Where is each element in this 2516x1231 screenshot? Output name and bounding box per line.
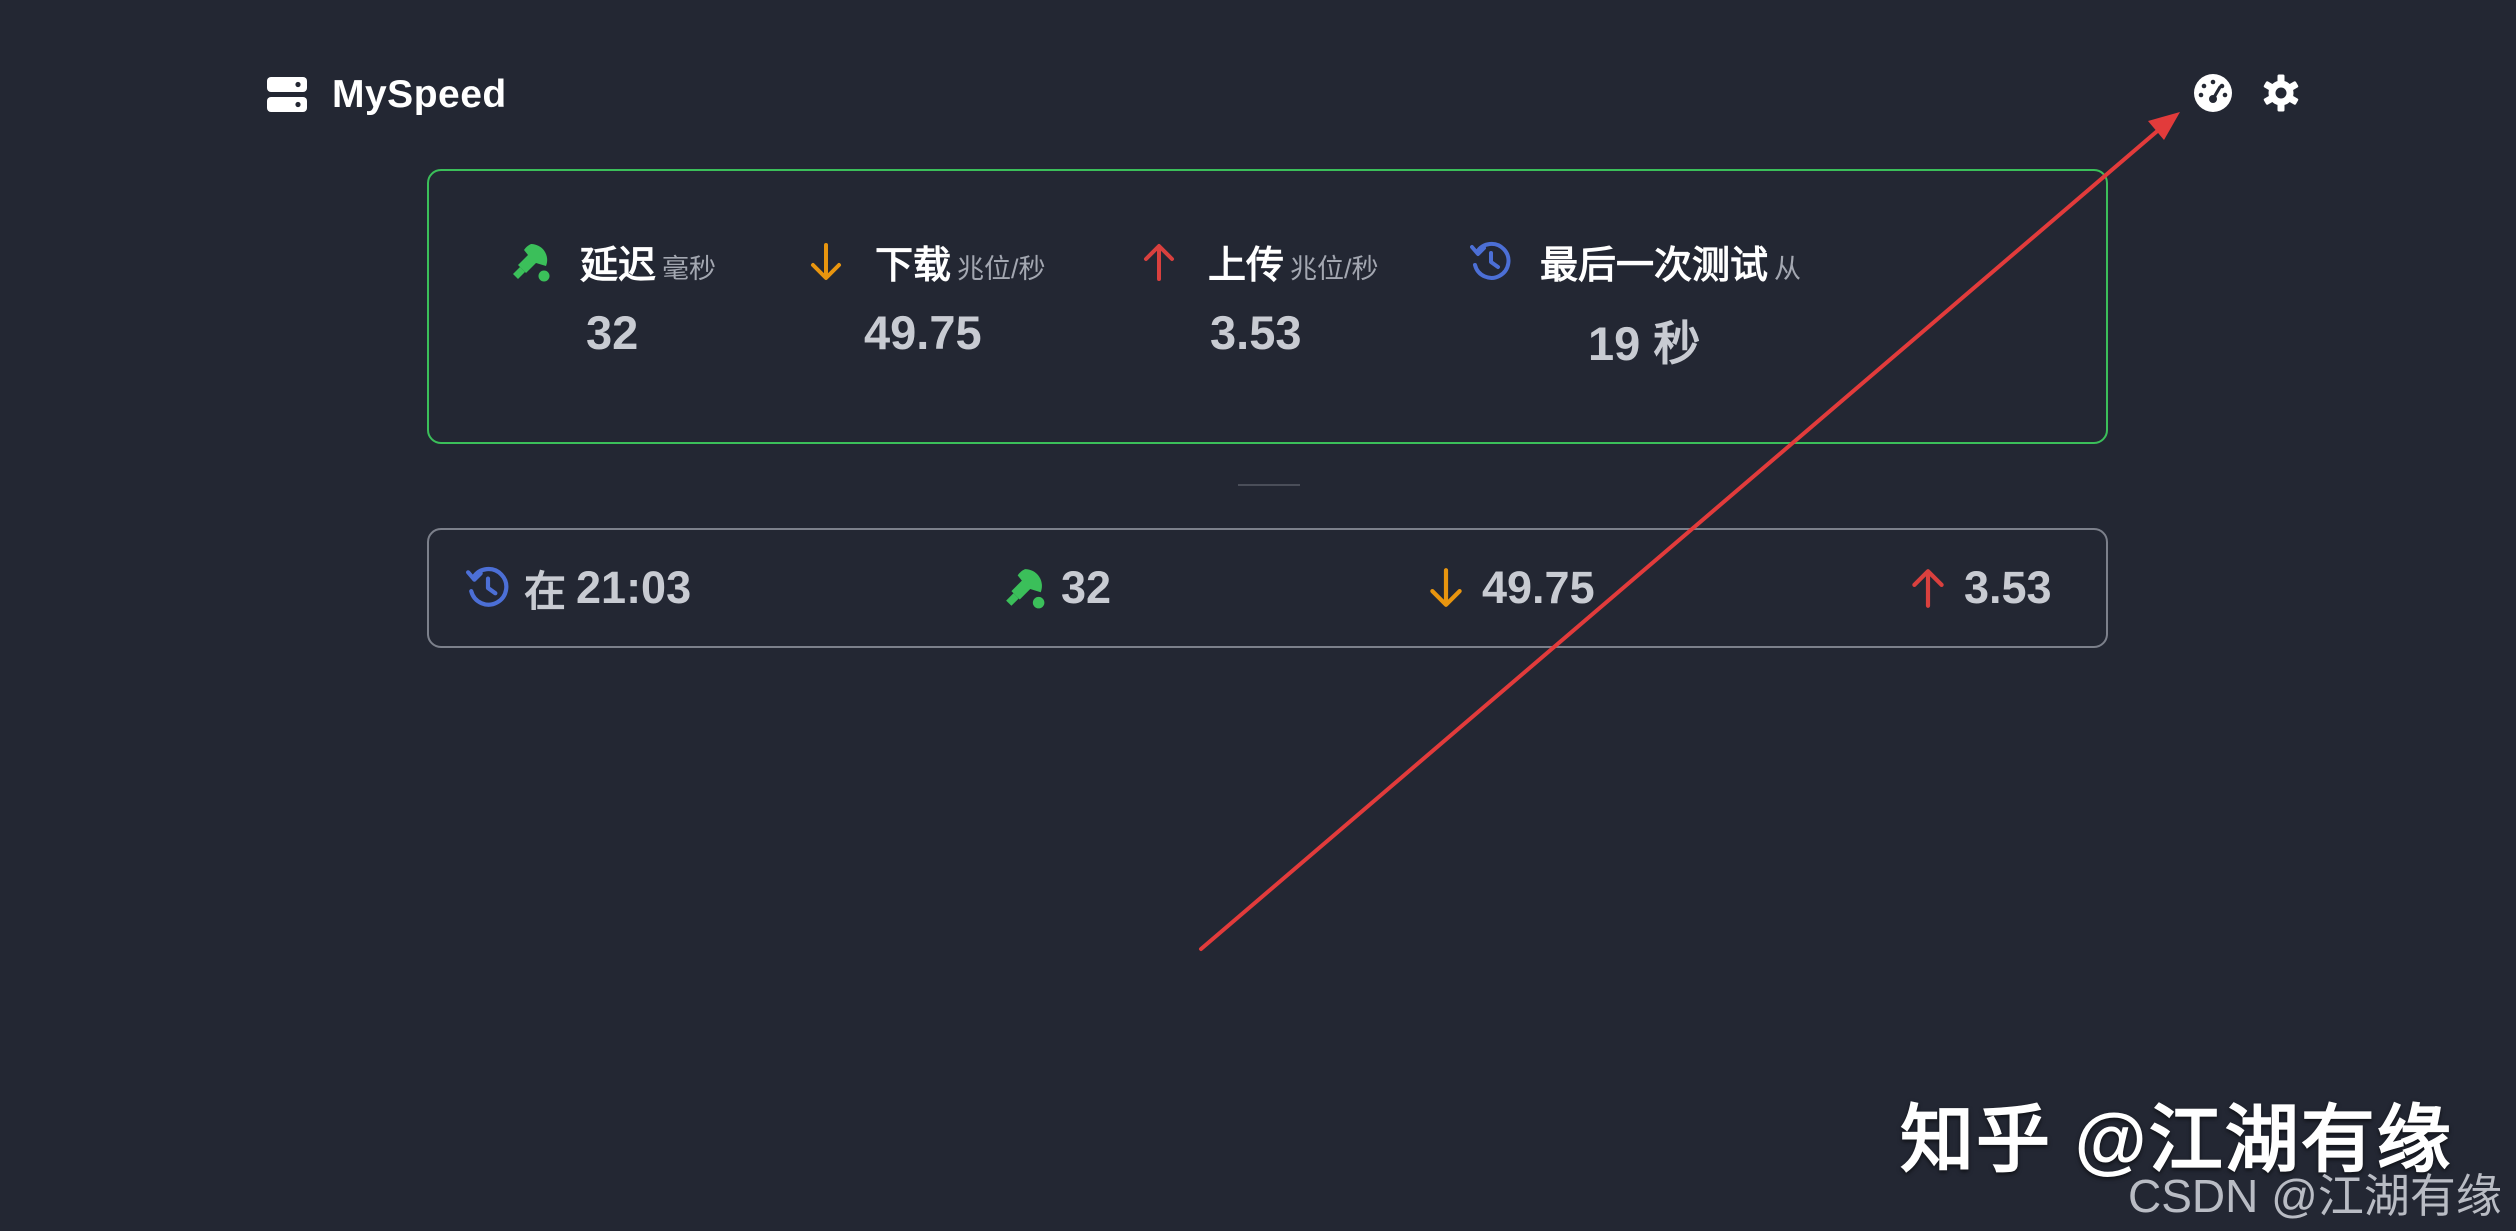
- stat-last-test: 最后一次测试 从: [1470, 234, 1801, 289]
- download-value: 49.75: [864, 306, 982, 359]
- ping-unit: 毫秒: [662, 254, 717, 284]
- stat-upload: 上传 兆位/秒: [1138, 234, 1379, 289]
- arrow-down-icon: [811, 242, 841, 280]
- history-download-value: 49.75: [1482, 562, 1595, 613]
- history-upload-value: 3.53: [1964, 562, 2052, 613]
- watermark-small: CSDN @江湖有缘: [2128, 1170, 2502, 1222]
- upload-value: 3.53: [1210, 306, 1302, 359]
- download-unit: 兆位/秒: [957, 254, 1046, 284]
- speedtest-button[interactable]: [2192, 72, 2234, 114]
- stat-ping: 延迟 毫秒: [510, 234, 716, 289]
- ping-label: 延迟: [580, 245, 657, 287]
- stat-download: 下载 兆位/秒: [805, 234, 1046, 289]
- download-label: 下载: [875, 245, 952, 287]
- arrow-down-icon: [1430, 568, 1462, 607]
- history-time-prefix: 在: [524, 567, 567, 615]
- last-test-unit: 从: [1774, 254, 1802, 284]
- ping-value: 32: [586, 306, 639, 359]
- history-upload: 3.53: [1906, 558, 2052, 618]
- history-icon: [1470, 241, 1511, 280]
- divider: [1238, 484, 1300, 486]
- gear-icon: [2263, 74, 2299, 112]
- arrow-up-icon: [1144, 243, 1174, 281]
- history-download: 49.75: [1424, 558, 1595, 618]
- history-time: 在 21:03: [466, 558, 691, 618]
- upload-unit: 兆位/秒: [1290, 254, 1379, 284]
- last-test-value: 19 秒: [1588, 317, 1701, 370]
- arrow-up-icon: [1912, 569, 1944, 608]
- history-ping-value: 32: [1061, 562, 1112, 613]
- upload-label: 上传: [1208, 245, 1285, 287]
- server-icon: [267, 77, 307, 112]
- history-icon: [466, 566, 509, 607]
- ping-pong-icon: [1006, 569, 1045, 609]
- last-test-label: 最后一次测试: [1540, 245, 1769, 287]
- speedometer-icon: [2194, 74, 2232, 112]
- history-ping: 32: [1003, 558, 1111, 618]
- brand: MySpeed: [266, 70, 507, 120]
- history-time-value: 21:03: [576, 562, 692, 613]
- app-title: MySpeed: [332, 73, 507, 116]
- settings-button[interactable]: [2260, 72, 2302, 114]
- ping-pong-icon: [513, 243, 550, 281]
